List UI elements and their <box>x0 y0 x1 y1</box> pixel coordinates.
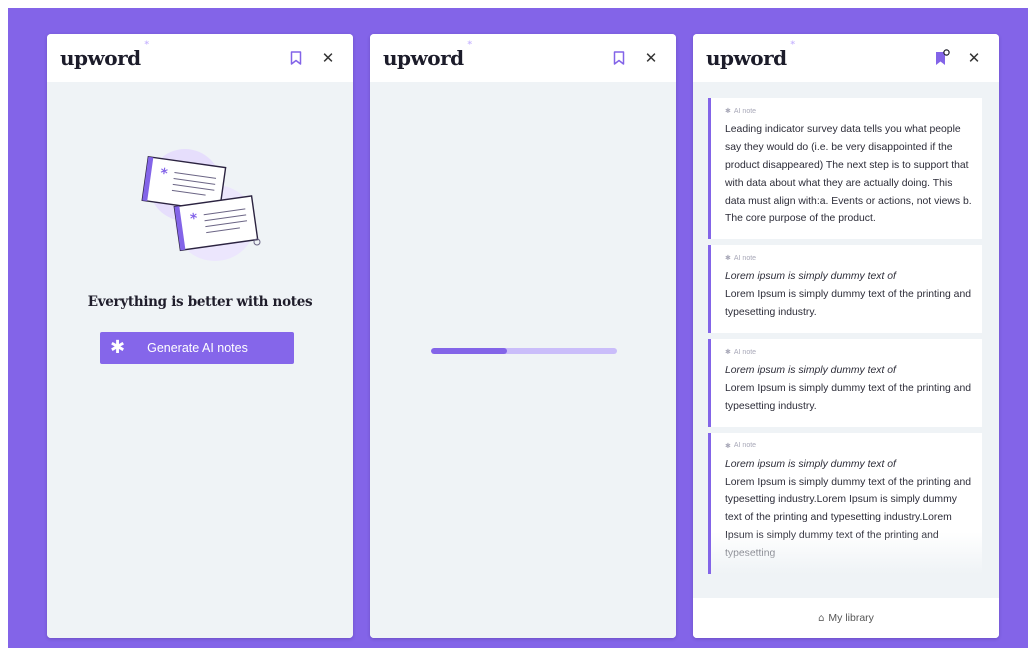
app-background: upword * ✕ * * Everything is better with… <box>8 8 1028 648</box>
asterisk-icon: ✱ <box>110 337 126 358</box>
upword-logo: upword * <box>60 40 149 70</box>
note-italic-line: Lorem ipsum is simply dummy text of <box>725 271 896 283</box>
generate-ai-notes-button[interactable]: ✱ Generate AI notes <box>100 332 294 364</box>
ai-tag-icon: ✱ <box>725 441 731 450</box>
note-text: Lorem ipsum is simply dummy text of Lorem… <box>725 268 972 322</box>
notes-list[interactable]: ✱ AI note Leading indicator survey data t… <box>693 82 999 598</box>
my-library-button[interactable]: ⌂ My library <box>693 598 999 638</box>
panel-header: upword * ✕ <box>693 34 999 82</box>
upword-logo: upword * <box>706 40 795 70</box>
library-icon: ⌂ <box>818 612 825 624</box>
sidepanel-loading: upword * ✕ <box>370 34 676 638</box>
ai-tag-icon: ✱ <box>725 254 731 263</box>
note-text: Lorem ipsum is simply dummy text of Lorem… <box>725 456 972 563</box>
close-icon[interactable]: ✕ <box>317 47 339 69</box>
generate-button-label: Generate AI notes <box>147 341 248 355</box>
note-tag: ✱ AI note <box>725 254 757 263</box>
upword-logo: upword * <box>383 40 472 70</box>
panel-body <box>370 82 676 638</box>
note-card[interactable]: ✱ AI note Lorem ipsum is simply dummy tex… <box>708 432 982 575</box>
panel-header: upword * ✕ <box>370 34 676 82</box>
bookmark-icon[interactable] <box>608 47 630 69</box>
ai-tag-icon: ✱ <box>725 348 731 357</box>
notes-illustration-icon: * * <box>137 145 267 265</box>
progress-bar-fill <box>431 348 508 354</box>
bookmark-icon[interactable] <box>285 47 307 69</box>
note-text: Lorem ipsum is simply dummy text of Lorem… <box>725 362 972 416</box>
note-card[interactable]: ✱ AI note Leading indicator survey data t… <box>708 98 982 240</box>
sidepanel-notes: upword * ✕ ✱ AI note Leading indicator sur… <box>693 34 999 638</box>
close-icon[interactable]: ✕ <box>963 47 985 69</box>
note-card[interactable]: ✱ AI note Lorem ipsum is simply dummy tex… <box>708 245 982 334</box>
note-card[interactable]: ✱ AI note Lorem ipsum is simply dummy tex… <box>708 339 982 427</box>
empty-state-title: Everything is better with notes <box>87 294 313 310</box>
bookmark-filled-icon[interactable] <box>931 47 953 69</box>
ai-tag-icon: ✱ <box>725 107 731 115</box>
note-text: Leading indicator survey data tells you … <box>725 124 972 225</box>
my-library-label: My library <box>828 612 874 624</box>
note-tag: ✱ AI note <box>725 348 757 357</box>
panel-header: upword * ✕ <box>47 34 353 82</box>
progress-bar <box>431 348 617 354</box>
note-tag: ✱ AI note <box>725 107 757 115</box>
note-italic-line: Lorem ipsum is simply dummy text of <box>725 458 896 470</box>
note-italic-line: Lorem ipsum is simply dummy text of <box>725 365 896 377</box>
panel-body: * * Everything is better with notes ✱ Ge… <box>47 82 353 638</box>
sidepanel-empty: upword * ✕ * * Everything is better with… <box>47 34 353 638</box>
note-tag: ✱ AI note <box>725 441 757 450</box>
panel-body: ✱ AI note Leading indicator survey data t… <box>693 82 999 638</box>
close-icon[interactable]: ✕ <box>640 47 662 69</box>
